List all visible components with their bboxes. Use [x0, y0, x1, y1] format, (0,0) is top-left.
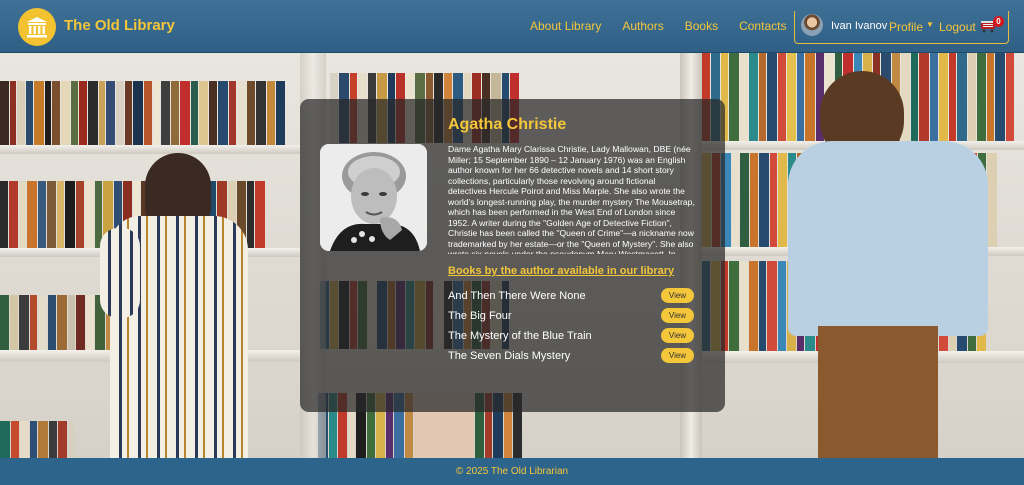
main-nav: About Library Authors Books Contacts	[530, 19, 807, 33]
book-list-item: The Seven Dials Mystery View	[448, 348, 694, 364]
user-name: Ivan Ivanov	[831, 20, 888, 32]
book-title[interactable]: And Then There Were None	[448, 290, 586, 302]
book-list-item: And Then There Were None View	[448, 288, 694, 304]
bookshelf-row	[0, 81, 300, 145]
book-title[interactable]: The Mystery of the Blue Train	[448, 330, 592, 342]
book-title[interactable]: The Big Four	[448, 310, 512, 322]
cart-count-badge: 0	[993, 16, 1004, 27]
profile-menu[interactable]: Profile	[889, 20, 923, 34]
books-section-heading: Books by the author available in our lib…	[448, 265, 675, 277]
library-columns-icon	[27, 17, 47, 38]
brand-name[interactable]: The Old Library	[64, 17, 175, 34]
nav-books[interactable]: Books	[685, 19, 718, 33]
library-logo[interactable]	[18, 8, 56, 46]
book-title[interactable]: The Seven Dials Mystery	[448, 350, 570, 362]
woman-figure	[90, 148, 250, 458]
view-book-button[interactable]: View	[661, 328, 694, 343]
footer: © 2025 The Old Librarian	[0, 458, 1024, 485]
nav-contacts[interactable]: Contacts	[739, 19, 786, 33]
author-portrait-image	[320, 144, 427, 251]
top-header: The Old Library About Library Authors Bo…	[0, 0, 1024, 53]
logout-link[interactable]: Logout	[939, 20, 976, 34]
view-book-button[interactable]: View	[661, 288, 694, 303]
book-list-item: The Big Four View	[448, 308, 694, 324]
book-list-item: The Mystery of the Blue Train View	[448, 328, 694, 344]
author-name: Agatha Christie	[448, 116, 567, 133]
view-book-button[interactable]: View	[661, 308, 694, 323]
author-portrait	[320, 144, 427, 251]
view-book-button[interactable]: View	[661, 348, 694, 363]
nav-about-library[interactable]: About Library	[530, 19, 601, 33]
man-figure	[780, 71, 990, 458]
author-bio: Dame Agatha Mary Clarissa Christie, Lady…	[448, 144, 695, 254]
nav-authors[interactable]: Authors	[622, 19, 663, 33]
avatar[interactable]	[801, 14, 823, 36]
user-panel: Ivan Ivanov Profile ▼ Logout 0	[794, 11, 1009, 44]
chevron-down-icon[interactable]: ▼	[926, 20, 934, 29]
